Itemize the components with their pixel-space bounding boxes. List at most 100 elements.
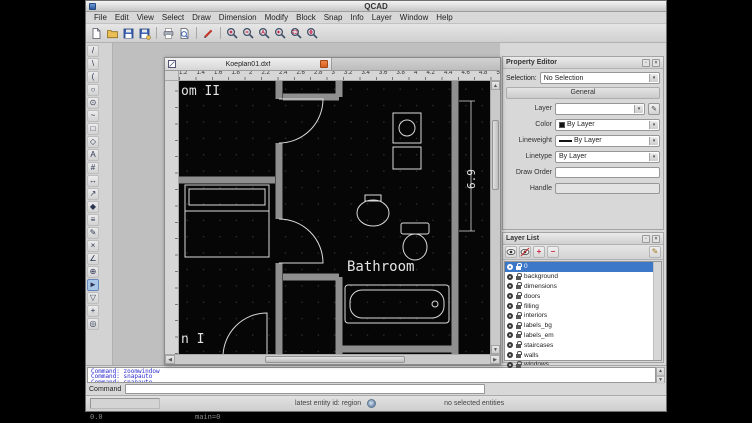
layer-visible-icon[interactable] [507, 264, 513, 270]
menu-snap[interactable]: Snap [320, 13, 347, 22]
layer-lock-icon[interactable] [516, 315, 521, 319]
snap-tool-button[interactable]: ⊕ [87, 266, 99, 278]
panel-float-icon[interactable]: ▫ [642, 235, 650, 243]
previous-view-button[interactable] [273, 26, 288, 41]
general-section-header[interactable]: General [506, 87, 660, 99]
menu-edit[interactable]: Edit [111, 13, 133, 22]
menu-file[interactable]: File [90, 13, 111, 22]
circle-tool-button[interactable]: ○ [87, 84, 99, 96]
layer-list-scrollbar[interactable] [653, 262, 661, 360]
polyline-tool-button[interactable]: \ [87, 58, 99, 70]
layer-combo[interactable]: ▾ [555, 103, 645, 115]
layer-row[interactable]: interiors [505, 311, 653, 321]
layer-row[interactable]: staircases [505, 340, 653, 350]
menu-layer[interactable]: Layer [368, 13, 396, 22]
image-tool-button[interactable]: ≡ [87, 214, 99, 226]
leader-tool-button[interactable]: ↗ [87, 188, 99, 200]
menu-draw[interactable]: Draw [188, 13, 215, 22]
layer-visible-icon[interactable] [507, 283, 513, 289]
document-tab[interactable]: Koeplan01.dxf [165, 58, 332, 70]
pan-button[interactable] [305, 26, 320, 41]
lineweight-combo[interactable]: By Layer▾ [555, 135, 660, 147]
scroll-right-arrow[interactable]: ▶ [490, 355, 500, 364]
command-input[interactable] [125, 384, 485, 394]
print-button[interactable] [161, 26, 176, 41]
new-file-button[interactable] [89, 26, 104, 41]
auto-zoom-button[interactable]: A [257, 26, 272, 41]
layer-row[interactable]: background [505, 272, 653, 282]
delete-tool-button[interactable]: × [87, 240, 99, 252]
command-history[interactable]: Command: zoomwindow Command: snapauto Co… [87, 367, 656, 383]
layer-row[interactable]: labels_em [505, 331, 653, 341]
property-editor-title-bar[interactable]: Property Editor ▫ × [503, 57, 663, 69]
layer-visible-icon[interactable] [507, 293, 513, 299]
menu-modify[interactable]: Modify [261, 13, 293, 22]
draw-edit-button[interactable] [201, 26, 216, 41]
layer-lock-icon[interactable] [516, 354, 521, 358]
panel-close-icon[interactable]: × [652, 235, 660, 243]
menu-view[interactable]: View [133, 13, 158, 22]
ellipse-tool-button[interactable]: ⊙ [87, 97, 99, 109]
menu-dimension[interactable]: Dimension [215, 13, 261, 22]
layer-lock-icon[interactable] [516, 364, 521, 368]
menu-select[interactable]: Select [158, 13, 188, 22]
scroll-down-arrow[interactable]: ▼ [491, 345, 500, 354]
zoom-window-button[interactable] [289, 26, 304, 41]
select-tool-button[interactable]: ► [87, 279, 99, 291]
color-combo[interactable]: By Layer▾ [555, 119, 660, 131]
edit-layer-button[interactable]: ✎ [649, 246, 661, 258]
layer-lock-icon[interactable] [516, 305, 521, 309]
layer-row[interactable]: dimensions [505, 282, 653, 292]
menu-help[interactable]: Help [432, 13, 456, 22]
history-scrollbar[interactable]: ▲ ▼ [656, 367, 665, 383]
save-as-button[interactable] [137, 26, 152, 41]
hatch-tool-button[interactable]: # [87, 162, 99, 174]
layer-lock-icon[interactable] [516, 295, 521, 299]
layer-visible-icon[interactable] [507, 313, 513, 319]
layer-row[interactable]: labels_bg [505, 321, 653, 331]
layer-lock-icon[interactable] [516, 276, 521, 280]
spline-tool-button[interactable]: ~ [87, 110, 99, 122]
layer-row[interactable]: walls [505, 350, 653, 360]
vertical-scroll-thumb[interactable] [492, 120, 499, 190]
measure-tool-button[interactable]: + [87, 305, 99, 317]
add-layer-button[interactable]: + [533, 246, 545, 258]
scroll-left-arrow[interactable]: ◀ [165, 355, 175, 364]
viewport-tool-button[interactable]: ◎ [87, 318, 99, 330]
layer-lock-icon[interactable] [516, 344, 521, 348]
text-tool-button[interactable]: A [87, 149, 99, 161]
layer-visible-icon[interactable] [507, 352, 513, 358]
block-tool-button[interactable]: ◆ [87, 201, 99, 213]
layer-lock-icon[interactable] [516, 325, 521, 329]
panel-close-icon[interactable]: × [652, 59, 660, 67]
drawing-canvas[interactable]: om II Bathroom 6.9 n I [179, 81, 490, 354]
menu-window[interactable]: Window [396, 13, 432, 22]
print-preview-button[interactable] [177, 26, 192, 41]
arc-tool-button[interactable]: ( [87, 71, 99, 83]
layer-edit-button[interactable]: ✎ [648, 103, 660, 115]
menu-info[interactable]: Info [346, 13, 367, 22]
scroll-up-arrow[interactable]: ▲ [657, 368, 664, 376]
linetype-combo[interactable]: By Layer▾ [555, 151, 660, 163]
layer-lock-icon[interactable] [516, 334, 521, 338]
scroll-up-arrow[interactable]: ▲ [491, 81, 500, 90]
layer-row[interactable]: 0 [505, 262, 653, 272]
layer-visible-icon[interactable] [507, 332, 513, 338]
selection-combo[interactable]: No Selection ▾ [540, 72, 660, 84]
layer-list-title-bar[interactable]: Layer List ▫ × [503, 233, 663, 245]
remove-layer-button[interactable]: − [547, 246, 559, 258]
layer-visible-icon[interactable] [507, 362, 513, 368]
modify-tool-button[interactable]: ✎ [87, 227, 99, 239]
horizontal-scroll-thumb[interactable] [265, 356, 405, 363]
open-file-button[interactable] [105, 26, 120, 41]
dimension-tool-button[interactable]: ↔ [87, 175, 99, 187]
layer-visible-icon[interactable] [507, 323, 513, 329]
rectangle-tool-button[interactable]: □ [87, 123, 99, 135]
document-close-button[interactable] [320, 60, 328, 68]
layer-lock-icon[interactable] [516, 285, 521, 289]
menu-block[interactable]: Block [292, 13, 320, 22]
vertical-scrollbar[interactable]: ▲ ▼ [490, 81, 500, 354]
line-tool-button[interactable]: / [87, 45, 99, 57]
zoom-out-button[interactable] [241, 26, 256, 41]
save-button[interactable] [121, 26, 136, 41]
